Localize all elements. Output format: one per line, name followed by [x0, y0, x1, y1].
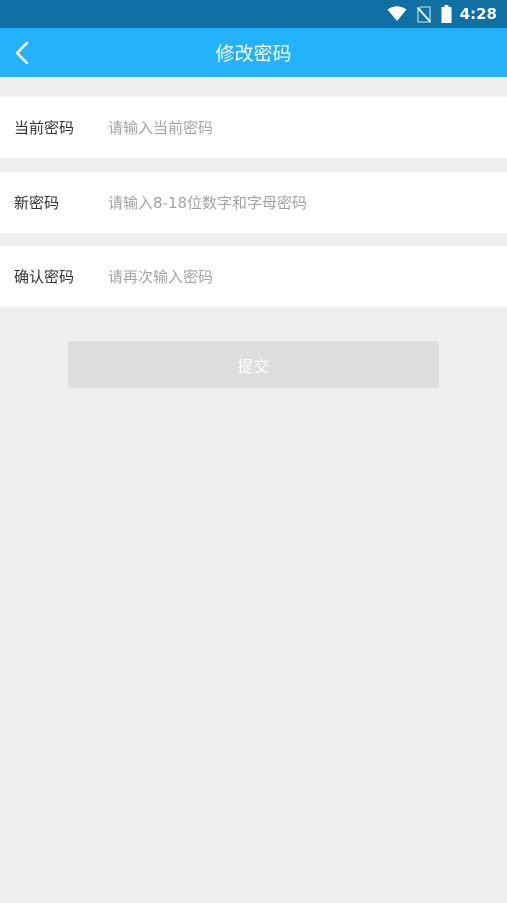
current-password-label: 当前密码 — [14, 119, 75, 137]
confirm-password-input[interactable] — [108, 246, 507, 307]
app-bar: 修改密码 — [0, 28, 507, 77]
new-password-input[interactable] — [108, 172, 507, 233]
current-password-input[interactable] — [108, 97, 507, 158]
current-password-row: 当前密码 — [0, 97, 507, 158]
clock-time: 4:28 — [459, 5, 497, 23]
no-sim-icon — [416, 5, 431, 23]
confirm-password-row: 确认密码 — [0, 246, 507, 307]
page-title: 修改密码 — [215, 43, 292, 65]
status-bar: 4:28 — [0, 0, 507, 28]
battery-icon — [441, 5, 452, 23]
chevron-left-icon — [15, 41, 29, 65]
back-button[interactable] — [0, 28, 44, 77]
confirm-password-label: 确认密码 — [14, 268, 75, 286]
new-password-label: 新密码 — [14, 194, 60, 212]
new-password-row: 新密码 — [0, 172, 507, 233]
wifi-icon — [387, 6, 407, 22]
submit-button[interactable]: 提交 — [68, 341, 439, 388]
